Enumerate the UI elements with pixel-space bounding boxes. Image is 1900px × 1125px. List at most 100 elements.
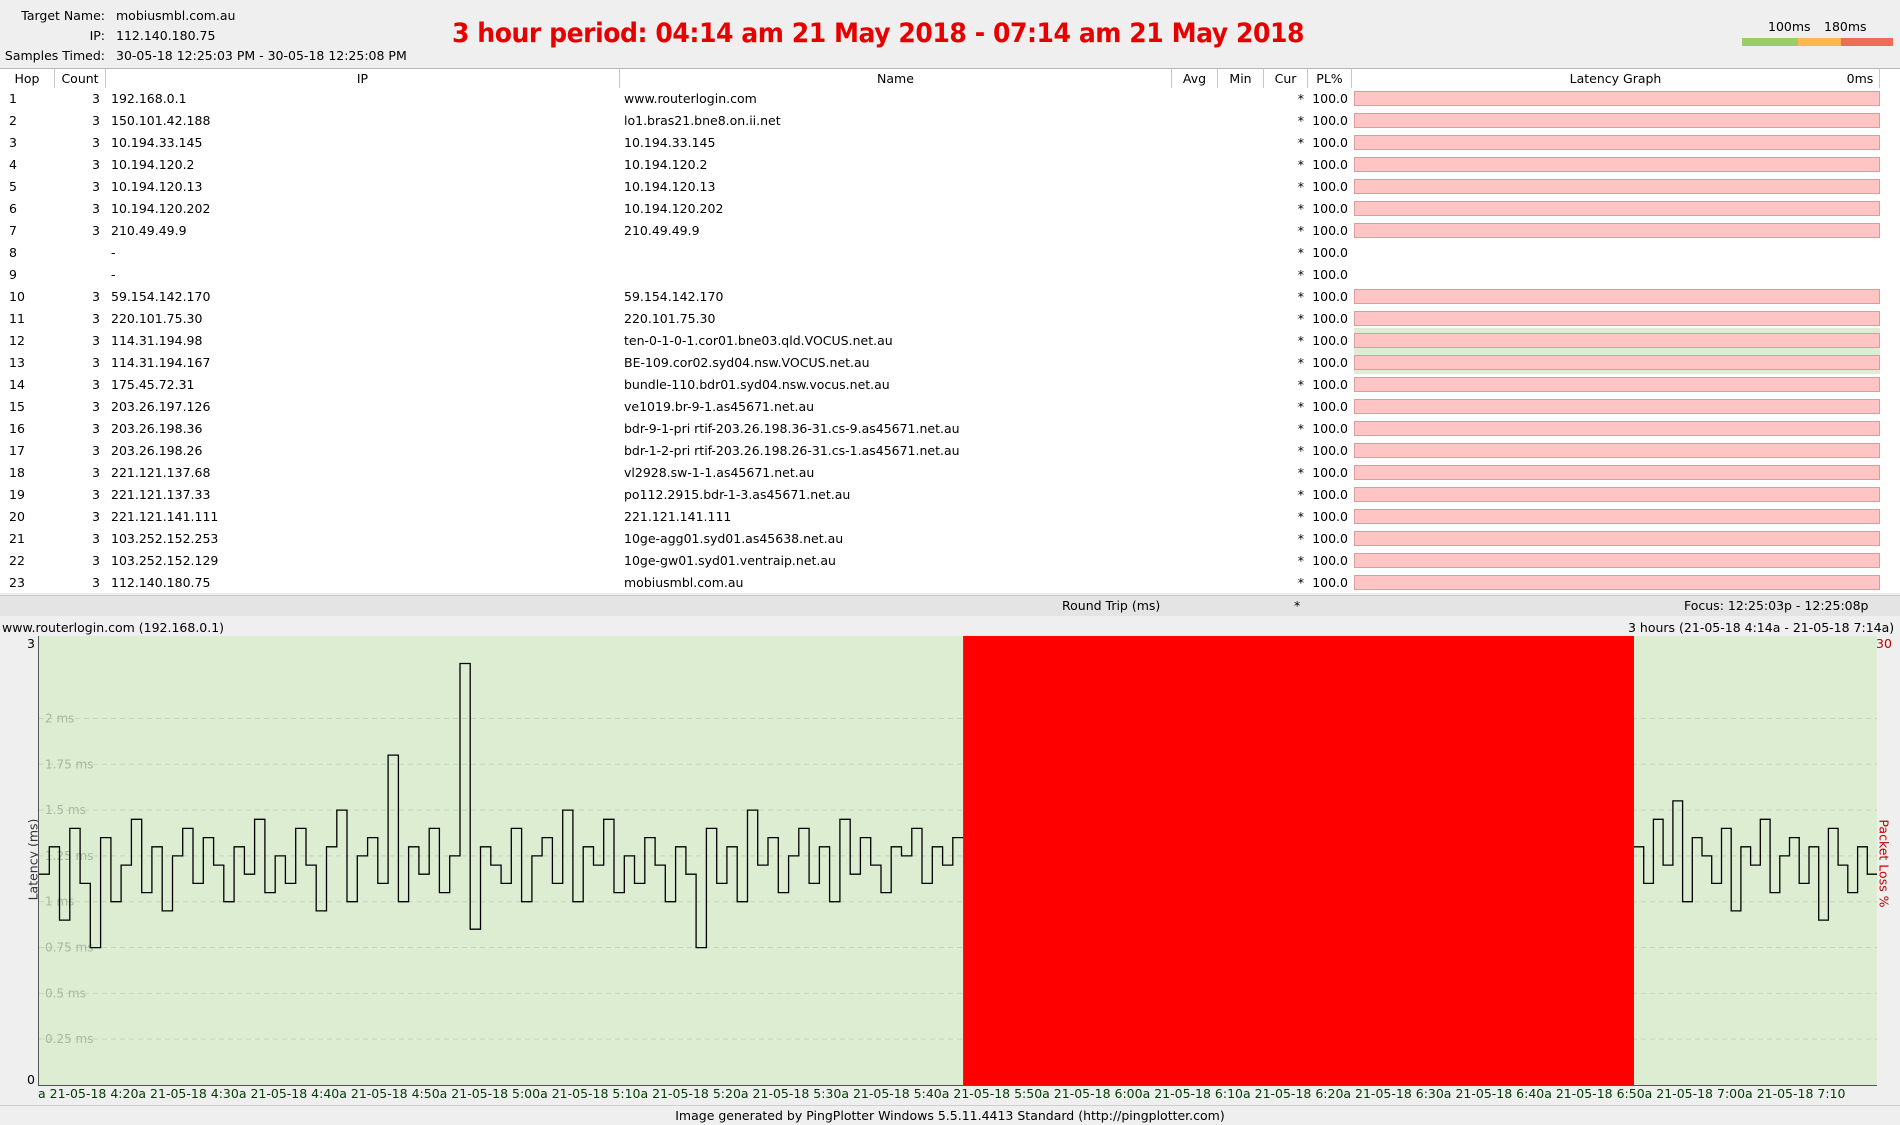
y-tick-label: 0.25 ms xyxy=(45,1032,93,1046)
name-cell: ve1019.br-9-1.as45671.net.au xyxy=(624,399,815,414)
cur-cell: * xyxy=(1297,377,1304,392)
ip-label: IP: xyxy=(89,28,105,43)
graph-range-label: 3 hours (21-05-18 4:14a - 21-05-18 7:14a… xyxy=(1628,620,1895,635)
col-pl[interactable]: PL% xyxy=(1308,69,1352,88)
count-cell: 3 xyxy=(92,509,100,524)
table-row[interactable]: 3 3 10.194.33.145 10.194.33.145 * 100.0 xyxy=(0,132,1900,154)
name-cell: www.routerlogin.com xyxy=(624,91,757,106)
packet-loss-bar xyxy=(1354,311,1880,326)
y-tick-label: 1.75 ms xyxy=(45,757,93,771)
table-row[interactable]: 20 3 221.121.141.111 221.121.141.111 * 100.0 xyxy=(0,506,1900,528)
name-cell: ten-0-1-0-1.cor01.bne03.qld.VOCUS.net.au xyxy=(624,333,893,348)
col-name[interactable]: Name xyxy=(620,69,1172,88)
ip-cell: 220.101.75.30 xyxy=(111,311,203,326)
packet-loss-bar xyxy=(1354,333,1880,348)
table-row[interactable]: 16 3 203.26.198.36 bdr-9-1-pri rtif-203.26.… xyxy=(0,418,1900,440)
round-trip-label: Round Trip (ms) xyxy=(1062,598,1161,613)
col-ip[interactable]: IP xyxy=(106,69,620,88)
table-row[interactable]: 11 3 220.101.75.30 220.101.75.30 * 100.0 xyxy=(0,308,1900,330)
ip-cell: 203.26.198.36 xyxy=(111,421,203,436)
hop-cell: 1 xyxy=(9,91,17,106)
latency-graph[interactable]: 2 ms 1.75 ms 1.5 ms 1.25 ms 1 ms 0.75 ms 0.5 m… xyxy=(38,636,1877,1086)
count-cell: 3 xyxy=(92,179,100,194)
ip-cell: 203.26.197.126 xyxy=(111,399,211,414)
name-cell: bundle-110.bdr01.syd04.nsw.vocus.net.au xyxy=(624,377,890,392)
table-row[interactable]: 6 3 10.194.120.202 10.194.120.202 * 100.0 xyxy=(0,198,1900,220)
table-row[interactable]: 10 3 59.154.142.170 59.154.142.170 * 100.0 xyxy=(0,286,1900,308)
pl-cell: 100.0 xyxy=(1312,509,1348,524)
table-row[interactable]: 22 3 103.252.152.129 10ge-gw01.syd01.ventra… xyxy=(0,550,1900,572)
cur-cell: * xyxy=(1297,113,1304,128)
hop-cell: 10 xyxy=(9,289,25,304)
table-row[interactable]: 8 - * 100.0 xyxy=(0,242,1900,264)
y-tick-label: 0.75 ms xyxy=(45,941,93,955)
table-row[interactable]: 19 3 221.121.137.33 po112.2915.bdr-1-3.as45… xyxy=(0,484,1900,506)
col-latency-graph[interactable]: Latency Graph xyxy=(1352,69,1880,88)
hop-cell: 5 xyxy=(9,179,17,194)
table-row[interactable]: 4 3 10.194.120.2 10.194.120.2 * 100.0 xyxy=(0,154,1900,176)
count-cell: 3 xyxy=(92,113,100,128)
cur-cell: * xyxy=(1297,487,1304,502)
hop-cell: 4 xyxy=(9,157,17,172)
cur-cell: * xyxy=(1297,355,1304,370)
samples-label: Samples Timed: xyxy=(4,48,105,63)
packet-loss-bar xyxy=(1354,201,1880,216)
pl-cell: 100.0 xyxy=(1312,135,1348,150)
ip-cell: 10.194.120.2 xyxy=(111,157,195,172)
cur-cell: * xyxy=(1297,421,1304,436)
col-min[interactable]: Min xyxy=(1218,69,1264,88)
hop-cell: 7 xyxy=(9,223,17,238)
hop-cell: 23 xyxy=(9,575,25,590)
packet-loss-bar xyxy=(1354,91,1880,106)
table-row[interactable]: 13 3 114.31.194.167 BE-109.cor02.syd04.nsw.… xyxy=(0,352,1900,374)
name-cell: 10ge-agg01.syd01.as45638.net.au xyxy=(624,531,844,546)
cur-cell: * xyxy=(1297,311,1304,326)
pl-cell: 100.0 xyxy=(1312,245,1348,260)
col-count[interactable]: Count xyxy=(55,69,106,88)
cur-cell: * xyxy=(1297,333,1304,348)
table-row[interactable]: 23 3 112.140.180.75 mobiusmbl.com.au * 100.0 xyxy=(0,572,1900,594)
hop-cell: 13 xyxy=(9,355,25,370)
pl-cell: 100.0 xyxy=(1312,333,1348,348)
cur-cell: * xyxy=(1297,531,1304,546)
hop-cell: 21 xyxy=(9,531,25,546)
name-cell: mobiusmbl.com.au xyxy=(624,575,744,590)
name-cell: 59.154.142.170 xyxy=(624,289,724,304)
y-tick-label: 2 ms xyxy=(45,711,74,725)
ip-value: 112.140.180.75 xyxy=(116,28,216,43)
y-axis-bottom: 0 xyxy=(27,1072,35,1087)
table-row[interactable]: 9 - * 100.0 xyxy=(0,264,1900,286)
pl-cell: 100.0 xyxy=(1312,487,1348,502)
footer-credit: Image generated by PingPlotter Windows 5… xyxy=(0,1105,1900,1125)
pl-cell: 100.0 xyxy=(1312,399,1348,414)
pl-cell: 100.0 xyxy=(1312,113,1348,128)
table-row[interactable]: 21 3 103.252.152.253 10ge-agg01.syd01.as456… xyxy=(0,528,1900,550)
cur-cell: * xyxy=(1297,443,1304,458)
table-row[interactable]: 12 3 114.31.194.98 ten-0-1-0-1.cor01.bne03.… xyxy=(0,330,1900,352)
latency-series-line xyxy=(39,662,964,949)
count-cell: 3 xyxy=(92,377,100,392)
table-row[interactable]: 1 3 192.168.0.1 www.routerlogin.com * 100.0 xyxy=(0,88,1900,110)
count-cell: 3 xyxy=(92,465,100,480)
round-trip-cur: * xyxy=(1294,598,1301,613)
table-row[interactable]: 15 3 203.26.197.126 ve1019.br-9-1.as45671.n… xyxy=(0,396,1900,418)
table-row[interactable]: 7 3 210.49.49.9 210.49.49.9 * 100.0 xyxy=(0,220,1900,242)
col-avg[interactable]: Avg xyxy=(1172,69,1218,88)
name-cell: BE-109.cor02.syd04.nsw.VOCUS.net.au xyxy=(624,355,870,370)
table-row[interactable]: 18 3 221.121.137.68 vl2928.sw-1-1.as45671.n… xyxy=(0,462,1900,484)
table-row[interactable]: 2 3 150.101.42.188 lo1.bras21.bne8.on.ii.ne… xyxy=(0,110,1900,132)
pl-cell: 100.0 xyxy=(1312,311,1348,326)
hop-cell: 3 xyxy=(9,135,17,150)
count-cell: 3 xyxy=(92,487,100,502)
table-row[interactable]: 5 3 10.194.120.13 10.194.120.13 * 100.0 xyxy=(0,176,1900,198)
col-hop[interactable]: Hop xyxy=(0,69,55,88)
packet-loss-bar xyxy=(1354,575,1880,590)
table-row[interactable]: 17 3 203.26.198.26 bdr-1-2-pri rtif-203.26.… xyxy=(0,440,1900,462)
name-cell: 221.121.141.111 xyxy=(624,509,732,524)
hop-cell: 14 xyxy=(9,377,25,392)
pl-cell: 100.0 xyxy=(1312,289,1348,304)
loss-axis-title: Packet Loss % xyxy=(1876,819,1892,908)
name-cell: bdr-9-1-pri rtif-203.26.198.36-31.cs-9.a… xyxy=(624,421,960,436)
col-cur[interactable]: Cur xyxy=(1264,69,1308,88)
table-row[interactable]: 14 3 175.45.72.31 bundle-110.bdr01.syd04.ns… xyxy=(0,374,1900,396)
